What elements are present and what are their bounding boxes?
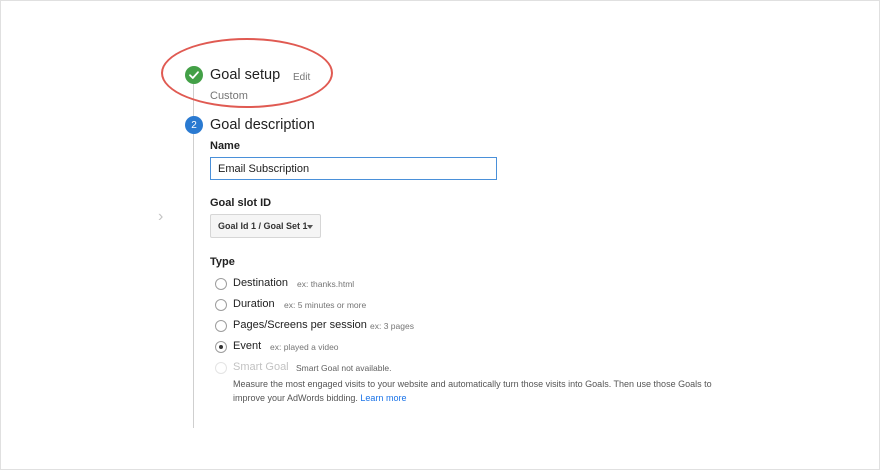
option-label-destination[interactable]: Destination: [233, 277, 288, 289]
radio-pages-screens[interactable]: [215, 320, 227, 332]
goal-slot-dropdown[interactable]: Goal Id 1 / Goal Set 1: [210, 214, 321, 238]
step-title-goal-description: Goal description: [210, 117, 315, 133]
step-title-goal-setup: Goal setup: [210, 67, 281, 83]
check-icon: [189, 71, 199, 79]
goal-slot-label: Goal slot ID: [210, 197, 272, 209]
goal-setup-summary: Custom: [210, 90, 248, 102]
radio-smart-goal: [215, 362, 227, 374]
type-label: Type: [210, 256, 235, 268]
option-label-pages-screens[interactable]: Pages/Screens per session: [233, 319, 367, 331]
edit-link[interactable]: Edit: [293, 72, 310, 83]
step-complete-check-icon: [185, 66, 203, 84]
option-label-event[interactable]: Event: [233, 340, 261, 352]
option-hint-duration: ex: 5 minutes or more: [284, 300, 367, 310]
radio-destination[interactable]: [215, 278, 227, 290]
goal-name-input[interactable]: [210, 157, 497, 180]
chevron-right-icon[interactable]: ›: [158, 209, 168, 225]
option-hint-event: ex: played a video: [270, 342, 339, 352]
option-label-duration[interactable]: Duration: [233, 298, 275, 310]
option-hint-pages-screens: ex: 3 pages: [370, 321, 414, 331]
learn-more-link[interactable]: Learn more: [360, 393, 406, 403]
step-number-badge: 2: [185, 116, 203, 134]
smart-goal-description: Measure the most engaged visits to your …: [233, 379, 712, 403]
radio-duration[interactable]: [215, 299, 227, 311]
caret-down-icon: [307, 225, 313, 229]
smart-goal-description-block: Measure the most engaged visits to your …: [233, 377, 723, 405]
goal-slot-value: Goal Id 1 / Goal Set 1: [218, 221, 308, 231]
name-label: Name: [210, 140, 240, 152]
option-hint-destination: ex: thanks.html: [297, 279, 355, 289]
option-label-smart-goal: Smart Goal: [233, 361, 289, 373]
smart-goal-status: Smart Goal not available.: [296, 363, 392, 373]
radio-event[interactable]: [215, 341, 227, 353]
